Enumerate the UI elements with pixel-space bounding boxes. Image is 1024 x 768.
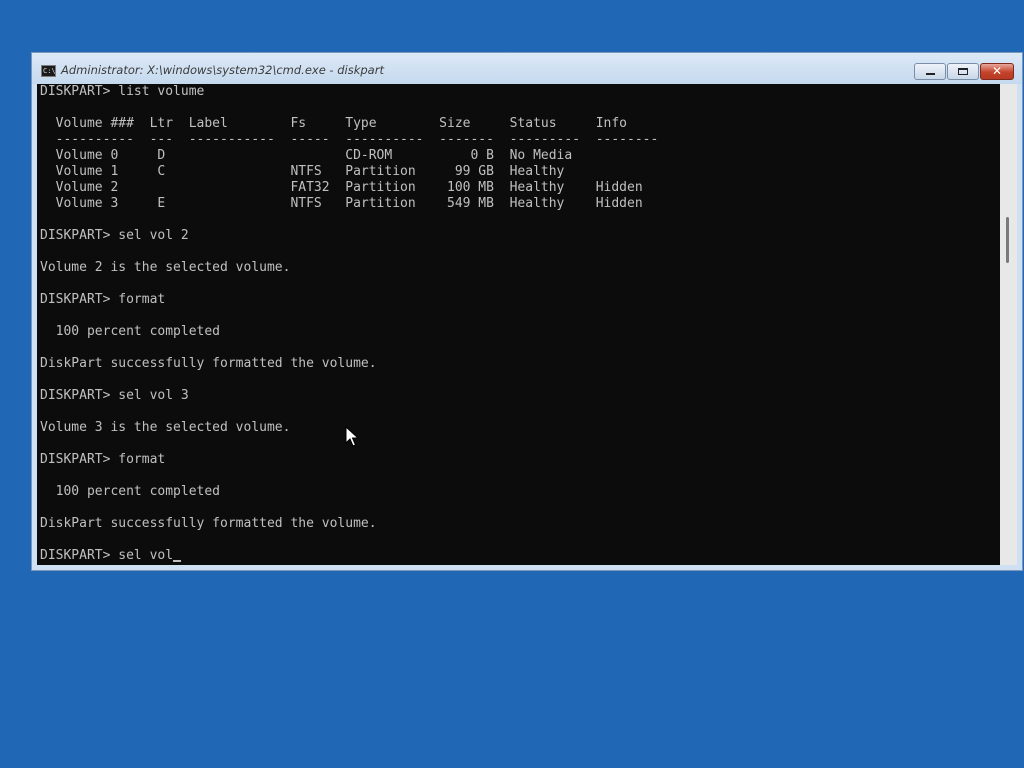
console-line: DISKPART> format [40,452,166,467]
console-line: ---------- --- ----------- ----- -------… [40,132,659,147]
console-line: Volume 3 E NTFS Partition 549 MB Healthy… [40,196,643,211]
console-lines: DISKPART> list volume Volume ### Ltr Lab… [40,84,658,564]
prompt-input-text: DISKPART> sel vol [40,548,174,563]
close-button[interactable]: ✕ [980,63,1014,80]
console-line: DISKPART> list volume [40,84,205,99]
console-line: DISKPART> sel vol 2 [40,228,189,243]
minimize-button[interactable] [914,63,946,80]
console-line: DiskPart successfully formatted the volu… [40,356,377,371]
text-cursor [173,560,182,562]
console-line: Volume 1 C NTFS Partition 99 GB Healthy [40,164,565,179]
console-line: 100 percent completed [40,484,221,499]
window-title: Administrator: X:\windows\system32\cmd.e… [61,63,384,77]
desktop: C:\ Administrator: X:\windows\system32\c… [0,0,1024,768]
console-line: Volume 0 D CD-ROM 0 B No Media [40,148,573,163]
console-prompt-line[interactable]: DISKPART> sel vol [40,548,658,564]
maximize-icon [958,68,968,75]
mouse-pointer-icon [345,426,359,447]
cmd-window[interactable]: C:\ Administrator: X:\windows\system32\c… [31,52,1023,571]
scrollbar-thumb[interactable] [1006,217,1009,263]
console-line: DISKPART> sel vol 3 [40,388,189,403]
console-line: 100 percent completed [40,324,221,339]
cmd-icon-label: C:\ [43,67,56,75]
cmd-icon[interactable]: C:\ [41,65,56,77]
console-line: DISKPART> format [40,292,166,307]
console-line: DiskPart successfully formatted the volu… [40,516,377,531]
minimize-icon [926,73,935,75]
close-icon: ✕ [991,64,1003,78]
console-line: Volume ### Ltr Label Fs Type Size Status… [40,116,627,131]
console-output[interactable]: DISKPART> list volume Volume ### Ltr Lab… [37,84,1000,565]
maximize-button[interactable] [947,63,979,80]
console-line: Volume 2 FAT32 Partition 100 MB Healthy … [40,180,643,195]
title-bar[interactable]: C:\ Administrator: X:\windows\system32\c… [32,53,1022,84]
vertical-scrollbar[interactable] [1000,84,1017,565]
console-line: Volume 2 is the selected volume. [40,260,291,275]
